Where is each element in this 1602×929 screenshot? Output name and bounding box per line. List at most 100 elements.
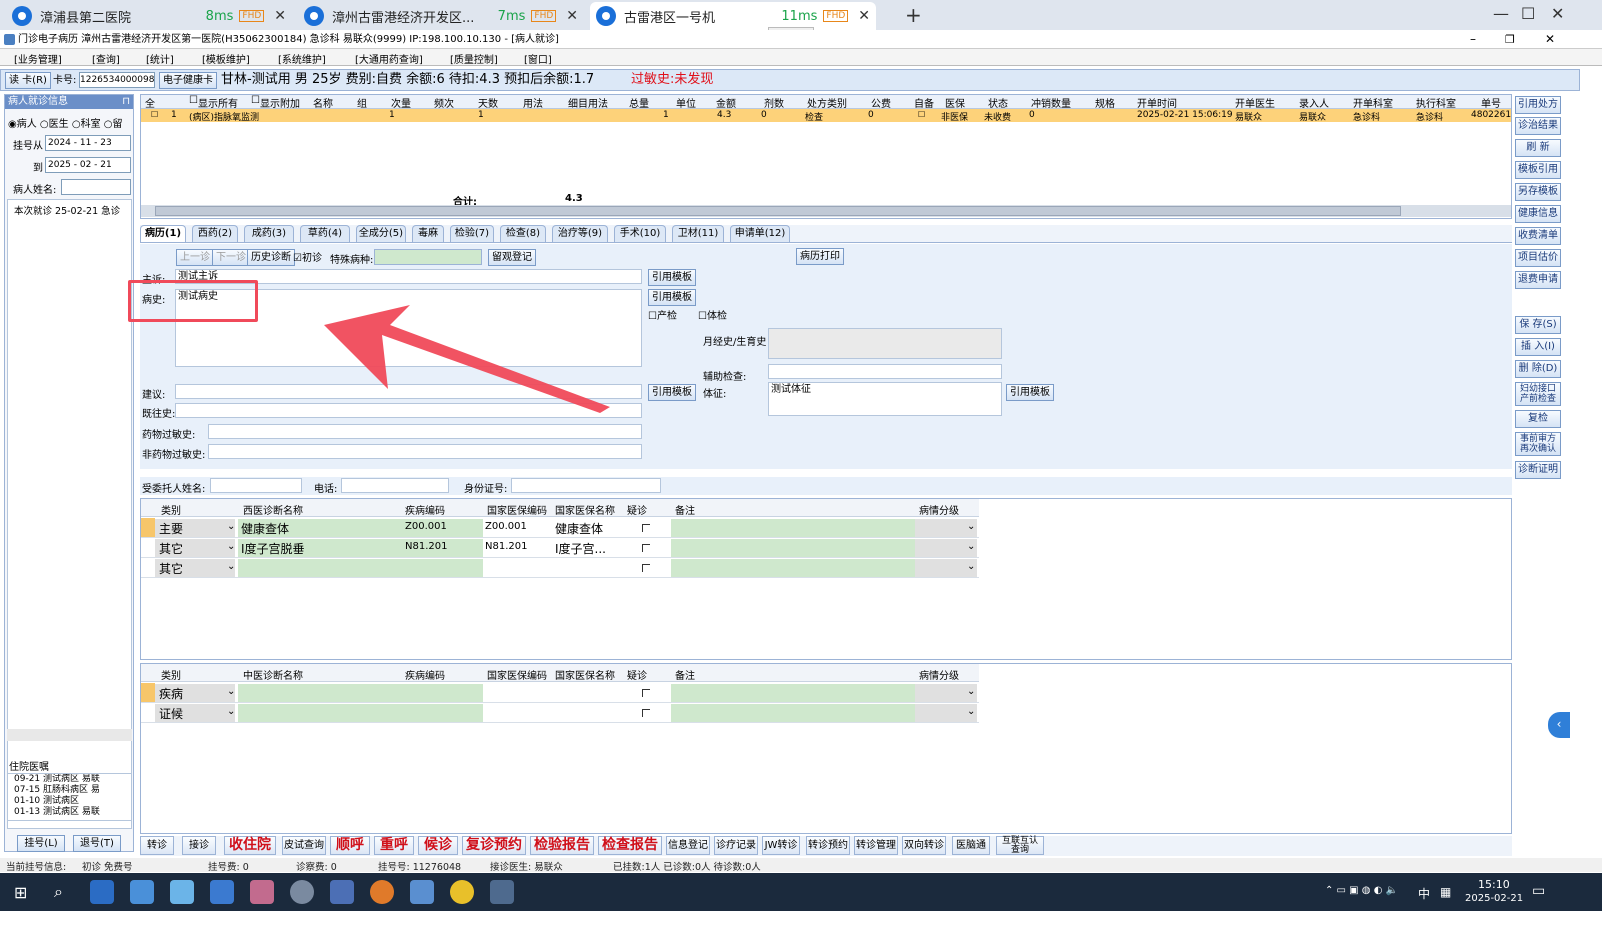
table-row[interactable]: 其它 ⌄ ⌄ [141,558,979,578]
diag-type[interactable]: 其它 [159,560,183,577]
mutual-recognition-button[interactable]: 互联互认 查询 [996,836,1044,855]
maximize-icon[interactable]: ☐ [1521,4,1535,23]
tab-request[interactable]: 申请单(12) [730,225,790,242]
follow-up-button[interactable]: 复诊预约 [462,836,526,855]
suspected-checkbox[interactable] [642,709,650,717]
tab-western-drug[interactable]: 西药(2) [192,225,238,242]
close-icon[interactable]: ✕ [566,8,578,24]
tray-icons[interactable]: ⌃ ▭ ▣ ◍ ◐ 🔈 [1325,885,1398,896]
close-icon[interactable]: ✕ [1545,30,1555,49]
app-icon[interactable] [130,880,154,904]
chevron-down-icon[interactable]: ⌄ [967,686,975,697]
suspected-checkbox[interactable] [642,564,650,572]
app-icon[interactable] [90,880,114,904]
diag-type[interactable]: 主要 [159,520,183,537]
physical-checkbox[interactable]: ☐体检 [698,307,727,322]
radio-doctor[interactable]: ○医生 [40,119,69,130]
delegate-id-field[interactable] [511,478,661,493]
delegate-name-field[interactable] [210,478,302,493]
menu-stats[interactable]: [统计] [146,51,174,66]
reg-from-date[interactable]: 2024 - 11 - 23 [45,135,131,151]
treatment-record-button[interactable]: 诊疗记录 [714,836,758,855]
tab-surgery[interactable]: 手术(10) [614,225,666,242]
list-item[interactable]: 01-13 测试病区 易联 [8,807,131,818]
save-button[interactable]: 保 存(S) [1515,316,1561,334]
menu-drug-query[interactable]: [大通用药查询] [355,51,423,66]
lab-report-button[interactable]: 检验报告 [530,836,594,855]
history-diagnosis-button[interactable]: 历史诊断 [247,249,295,266]
recheck-button[interactable]: 复检 [1515,410,1561,428]
table-row[interactable]: 其它 ⌄ Ⅰ度子宫脱垂 N81.201 N81.201 Ⅰ度子宫... ⌄ [141,538,979,558]
row-self-checkbox[interactable]: ☐ [918,110,925,119]
brain-link-button[interactable]: 医脑通 [952,836,990,855]
clock-date[interactable]: 2025-02-21 [1465,893,1523,904]
fee-list-button[interactable]: 收费清单 [1515,227,1561,245]
keyboard-icon[interactable]: ▦ [1440,885,1451,899]
diag-type[interactable]: 证候 [159,705,183,722]
template-cite-button[interactable]: 模板引用 [1515,161,1561,179]
delete-button[interactable]: 删 除(D) [1515,360,1561,378]
insert-button[interactable]: 插 入(I) [1515,338,1561,356]
reg-to-date[interactable]: 2025 - 02 - 21 [45,157,131,173]
radio-dept[interactable]: ○科室 [72,119,101,130]
refund-button[interactable]: 退费申请 [1515,271,1561,289]
col-show-all[interactable]: ☐ 显示所有 [189,95,238,110]
observation-register-button[interactable]: 留观登记 [488,249,536,266]
tab-lab[interactable]: 检验(7) [450,225,494,242]
remote-tab-2[interactable]: 漳州古雷港经济开发区... 7ms FHD ✕ [298,2,584,30]
app-icon[interactable] [250,880,274,904]
prenatal-interface-button[interactable]: 妇幼接口 产前检查 [1515,382,1561,406]
waiting-button[interactable]: 候诊 [418,836,458,855]
tab-exam[interactable]: 检查(8) [500,225,546,242]
diag-name[interactable]: Ⅰ度子宫脱垂 [241,540,305,557]
row-checkbox[interactable]: ☐ [151,110,158,119]
tree-item-current-visit[interactable]: 本次就诊 25-02-21 急诊 [14,203,132,217]
search-icon[interactable]: ⌕ [54,882,63,902]
first-visit-checkbox[interactable]: ☑初诊 [293,249,322,264]
menu-system[interactable]: [系统维护] [278,51,326,66]
cite-template-button[interactable]: 引用模板 [1006,384,1054,401]
refresh-button[interactable]: 刷 新 [1515,139,1561,157]
minimize-icon[interactable]: – [1470,30,1476,49]
close-icon[interactable]: ✕ [1551,4,1564,23]
nondrug-allergy-field[interactable] [208,444,642,459]
chevron-down-icon[interactable]: ⌄ [227,706,235,717]
horizontal-scrollbar[interactable] [7,729,132,741]
notification-icon[interactable]: ▭ [1532,883,1545,899]
app-icon[interactable] [290,880,314,904]
table-row[interactable]: 证候 ⌄ ⌄ [141,703,979,723]
suspected-checkbox[interactable] [642,544,650,552]
app-icon[interactable] [410,880,434,904]
menu-quality[interactable]: [质量控制] [450,51,498,66]
next-visit-button[interactable]: 下一诊 [212,249,250,266]
windows-start-icon[interactable]: ⊞ [14,883,27,902]
chevron-down-icon[interactable]: ⌄ [967,521,975,532]
tab-record[interactable]: 病历(1) [140,225,186,242]
chevron-down-icon[interactable]: ⌄ [227,541,235,552]
table-row[interactable]: 疾病 ⌄ ⌄ [141,683,979,703]
chevron-left-icon[interactable]: ‹ [1548,712,1570,738]
diag-type[interactable]: 疾病 [159,685,183,702]
skin-test-button[interactable]: 皮试查询 [282,836,326,855]
remote-tab-1[interactable]: 漳浦县第二医院 8ms FHD ✕ [6,2,292,30]
new-tab-icon[interactable]: + [905,3,922,27]
ime-indicator[interactable]: 中 [1418,885,1430,902]
recall-button[interactable]: 重呼 [374,836,414,855]
chevron-down-icon[interactable]: ⌄ [227,521,235,532]
list-item[interactable]: 07-15 肛肠科病区 易 [8,785,131,796]
ehealth-card-button[interactable]: 电子健康卡 [159,72,217,89]
menu-query[interactable]: [查询] [92,51,120,66]
chevron-down-icon[interactable]: ⌄ [967,706,975,717]
referral-booking-button[interactable]: 转诊预约 [806,836,850,855]
cite-template-button[interactable]: 引用模板 [648,384,696,401]
chevron-down-icon[interactable]: ⌄ [967,541,975,552]
app-icon[interactable] [330,880,354,904]
jw-referral-button[interactable]: JW转诊 [762,836,800,855]
cite-prescription-button[interactable]: 引用处方 [1515,96,1561,114]
clock-time[interactable]: 15:10 [1478,878,1510,891]
register-button[interactable]: 挂号(L) [17,835,65,852]
call-next-button[interactable]: 顺呼 [330,836,370,855]
two-way-referral-button[interactable]: 双向转诊 [902,836,946,855]
admit-button[interactable]: 收住院 [224,836,276,855]
health-info-button[interactable]: 健康信息 [1515,205,1561,223]
